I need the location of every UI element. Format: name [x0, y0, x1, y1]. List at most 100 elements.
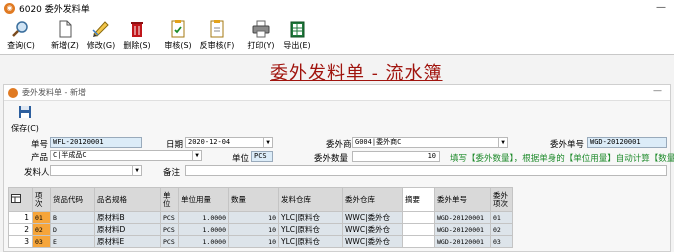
- date-label: 日期: [166, 140, 184, 150]
- floppy-disk-icon: [19, 106, 31, 118]
- chevron-down-icon[interactable]: ▼: [132, 166, 141, 175]
- main-toolbar: 查询(C) 新增(Z) 修改(G) 删除(S) 审核(S) 反审核(F) 打印(…: [0, 17, 674, 55]
- grid-corner-cell[interactable]: [8, 187, 33, 212]
- edit-button[interactable]: 修改(G): [84, 20, 118, 54]
- outsource-item-cell[interactable]: 01: [490, 211, 513, 224]
- vendor-value: G004|委外商C: [355, 138, 402, 146]
- print-button[interactable]: 打印(Y): [244, 20, 278, 54]
- item-code-cell[interactable]: D: [50, 223, 95, 236]
- grid-header-row: 项次 货品代码 品名规格 单位 单位用量 数量 发料仓库 委外仓库 摘要 委外单…: [8, 187, 513, 212]
- column-header[interactable]: 单位用量: [178, 187, 229, 212]
- issue-warehouse-cell[interactable]: YLC|原料仓: [278, 235, 343, 248]
- issue-warehouse-cell[interactable]: YLC|原料仓: [278, 223, 343, 236]
- memo-cell[interactable]: [402, 211, 435, 224]
- qty-field[interactable]: 10: [352, 151, 440, 162]
- pencil-edit-icon: [91, 20, 111, 38]
- product-select[interactable]: C|半成品C ▼: [50, 150, 202, 161]
- chevron-down-icon[interactable]: ▼: [263, 138, 272, 147]
- unit-cell[interactable]: PCS: [160, 211, 179, 224]
- unit-usage-cell[interactable]: 1.0000: [178, 235, 229, 248]
- outsource-order-cell[interactable]: WGD-20120001: [434, 211, 491, 224]
- form-minimize-button[interactable]: —: [653, 86, 662, 96]
- outsource-warehouse-cell[interactable]: WWC|委外仓: [342, 211, 403, 224]
- export-button[interactable]: 导出(E): [280, 20, 314, 54]
- column-header[interactable]: 委外单号: [434, 187, 491, 212]
- item-seq-cell[interactable]: 01: [32, 211, 51, 224]
- page-title: 委外发料单 - 流水簿: [270, 63, 443, 84]
- clipboard-icon: [207, 20, 227, 38]
- column-header[interactable]: 委外项次: [490, 187, 513, 212]
- column-header[interactable]: 发料仓库: [278, 187, 343, 212]
- issue-warehouse-cell[interactable]: YLC|原料仓: [278, 211, 343, 224]
- chevron-down-icon[interactable]: ▼: [498, 138, 507, 147]
- out-order-field[interactable]: WGD-20120001: [587, 137, 667, 148]
- order-no-field[interactable]: WFL-20120001: [50, 137, 142, 148]
- outsource-order-cell[interactable]: WGD-20120001: [434, 235, 491, 248]
- unapprove-button[interactable]: 反审核(F): [196, 20, 238, 54]
- item-name-cell[interactable]: 原材料D: [94, 223, 161, 236]
- item-code-cell[interactable]: E: [50, 235, 95, 248]
- query-button[interactable]: 查询(C): [4, 20, 38, 54]
- issuer-select[interactable]: ▼: [50, 165, 142, 176]
- column-header[interactable]: 项次: [32, 187, 51, 212]
- item-name-cell[interactable]: 原材料E: [94, 235, 161, 248]
- memo-cell[interactable]: [402, 223, 435, 236]
- printer-icon: [251, 20, 271, 38]
- new-button[interactable]: 新增(Z): [48, 20, 82, 54]
- outsource-warehouse-cell[interactable]: WWC|委外仓: [342, 223, 403, 236]
- window-title: 6020 委外发料单: [19, 5, 90, 15]
- date-picker[interactable]: 2020-12-04 ▼: [185, 137, 273, 148]
- item-name-cell[interactable]: 原材料B: [94, 211, 161, 224]
- table-row[interactable]: 2 02 D 原材料D PCS 1.0000 10 YLC|原料仓 WWC|委外…: [8, 223, 513, 236]
- unit-field[interactable]: PCS: [251, 151, 273, 162]
- delete-button[interactable]: 删除(S): [120, 20, 154, 54]
- qty-cell[interactable]: 10: [228, 223, 279, 236]
- trash-icon: [127, 20, 147, 38]
- qty-cell[interactable]: 10: [228, 235, 279, 248]
- memo-cell[interactable]: [402, 235, 435, 248]
- column-header[interactable]: 摘要: [402, 187, 435, 212]
- form-window: 委外发料单 - 新增 — 保存(C) 单号 WFL-20120001 日期 20…: [3, 84, 674, 252]
- unit-usage-cell[interactable]: 1.0000: [178, 223, 229, 236]
- issuer-label: 发料人: [24, 168, 50, 178]
- form-window-titlebar: 委外发料单 - 新增 —: [4, 85, 670, 101]
- column-header[interactable]: 数量: [228, 187, 279, 212]
- date-value: 2020-12-04: [188, 138, 231, 146]
- remark-label: 备注: [163, 168, 181, 178]
- column-header[interactable]: 品名规格: [94, 187, 161, 212]
- column-header[interactable]: 单位: [160, 187, 179, 212]
- vendor-select[interactable]: G004|委外商C ▼: [352, 137, 508, 148]
- form-window-title: 委外发料单 - 新增: [22, 88, 86, 97]
- detail-grid: 项次 货品代码 品名规格 单位 单位用量 数量 发料仓库 委外仓库 摘要 委外单…: [8, 187, 513, 248]
- item-code-cell[interactable]: B: [50, 211, 95, 224]
- column-header[interactable]: 委外仓库: [342, 187, 403, 212]
- unit-label: 单位: [232, 154, 250, 164]
- minimize-button[interactable]: —: [656, 2, 666, 13]
- product-value: C|半成品C: [53, 151, 87, 159]
- remark-field[interactable]: [185, 165, 667, 176]
- column-header[interactable]: 货品代码: [50, 187, 95, 212]
- item-seq-cell[interactable]: 02: [32, 223, 51, 236]
- grid-layout-icon: [11, 194, 21, 203]
- unit-cell[interactable]: PCS: [160, 235, 179, 248]
- out-order-label: 委外单号: [550, 140, 585, 150]
- outsource-item-cell[interactable]: 02: [490, 223, 513, 236]
- magnifier-icon: [11, 20, 31, 38]
- table-row[interactable]: 1 01 B 原材料B PCS 1.0000 10 YLC|原料仓 WWC|委外…: [8, 211, 513, 224]
- outsource-warehouse-cell[interactable]: WWC|委外仓: [342, 235, 403, 248]
- item-seq-cell[interactable]: 03: [32, 235, 51, 248]
- table-row[interactable]: 3 03 E 原材料E PCS 1.0000 10 YLC|原料仓 WWC|委外…: [8, 235, 513, 248]
- qty-cell[interactable]: 10: [228, 211, 279, 224]
- outsource-item-cell[interactable]: 03: [490, 235, 513, 248]
- save-button[interactable]: 保存(C): [10, 105, 40, 134]
- approve-button[interactable]: 审核(S): [160, 20, 196, 54]
- window-titlebar: ◉ 6020 委外发料单 —: [0, 0, 674, 17]
- outsource-order-cell[interactable]: WGD-20120001: [434, 223, 491, 236]
- row-number: 1: [8, 211, 33, 224]
- unit-cell[interactable]: PCS: [160, 223, 179, 236]
- unit-usage-cell[interactable]: 1.0000: [178, 211, 229, 224]
- app-icon: ◉: [4, 3, 15, 14]
- checklist-icon: [168, 20, 188, 38]
- chevron-down-icon[interactable]: ▼: [192, 151, 201, 160]
- row-number: 3: [8, 235, 33, 248]
